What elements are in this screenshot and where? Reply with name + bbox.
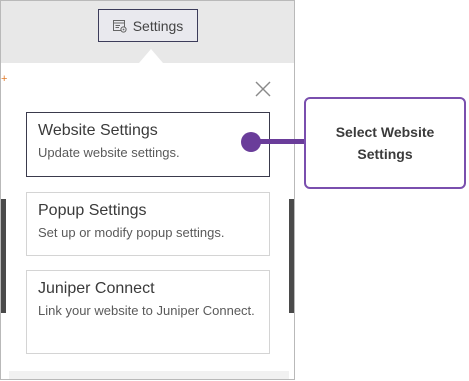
callout-pointer-dot bbox=[241, 132, 261, 152]
option-description: Link your website to Juniper Connect. bbox=[38, 303, 255, 318]
settings-button-label: Settings bbox=[132, 17, 184, 34]
popup-caret bbox=[139, 49, 163, 63]
option-website-settings[interactable]: Website Settings Update website settings… bbox=[26, 112, 270, 177]
left-scroll-edge bbox=[1, 199, 6, 313]
edge-marker: + bbox=[1, 73, 8, 85]
callout-box: Select Website Settings bbox=[304, 97, 466, 189]
option-juniper-connect[interactable]: Juniper Connect Link your website to Jun… bbox=[26, 270, 270, 354]
callout-text: Select Website Settings bbox=[335, 124, 435, 162]
option-title: Popup Settings bbox=[38, 202, 147, 219]
app-frame: Settings + Website Settings Update websi… bbox=[0, 0, 295, 380]
option-title: Website Settings bbox=[38, 122, 158, 139]
callout-connector-line bbox=[255, 139, 304, 144]
settings-button[interactable]: Settings bbox=[98, 9, 198, 42]
close-icon[interactable] bbox=[253, 79, 273, 99]
option-description: Update website settings. bbox=[38, 145, 180, 160]
popup-footer-shade bbox=[9, 371, 289, 379]
option-title: Juniper Connect bbox=[38, 280, 155, 297]
option-description: Set up or modify popup settings. bbox=[38, 225, 225, 240]
option-popup-settings[interactable]: Popup Settings Set up or modify popup se… bbox=[26, 192, 270, 256]
settings-window-icon bbox=[112, 19, 127, 33]
